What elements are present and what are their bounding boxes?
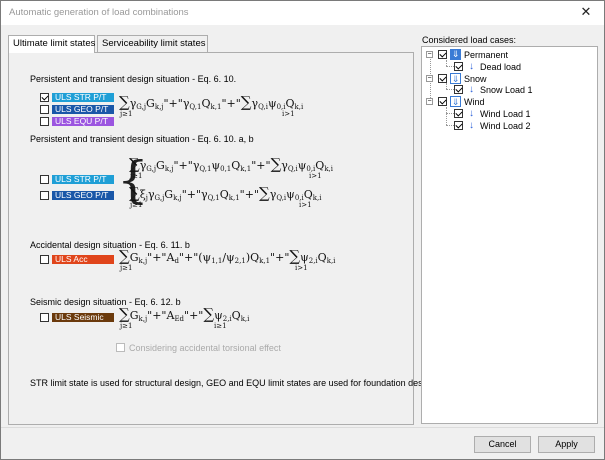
checkbox-uls-geo-pt[interactable] — [40, 105, 49, 114]
tree-checkbox-wind-load-2[interactable] — [454, 121, 463, 130]
checkbox-uls-seismic[interactable] — [40, 313, 49, 322]
collapse-icon[interactable]: − — [426, 51, 433, 58]
section-title-persistent-ab: Persistent and transient design situatio… — [30, 134, 254, 144]
load-case-icon: ↓ — [469, 120, 474, 131]
apply-button[interactable]: Apply — [538, 436, 595, 453]
checkbox-uls-geo-pt-ab[interactable] — [40, 191, 49, 200]
limit-state-note: STR limit state is used for structural d… — [30, 378, 435, 388]
badge-uls-geo-pt: ULS GEO P/T — [52, 105, 114, 114]
checkbox-uls-str-pt-ab[interactable] — [40, 175, 49, 184]
checkbox-uls-acc[interactable] — [40, 255, 49, 264]
load-case-icon: ↓ — [469, 61, 474, 72]
load-cases-tree[interactable]: − ⇓ Permanent ↓ Dead load − ⇓ Snow ↓ Sno… — [421, 46, 598, 424]
load-group-icon: ⇓ — [450, 49, 461, 60]
label-accidental-torsional: Considering accidental torsional effect — [129, 343, 281, 353]
load-group-icon: ⇓ — [450, 73, 461, 84]
tree-checkbox-snow-load-1[interactable] — [454, 85, 463, 94]
title-bar: Automatic generation of load combination… — [1, 1, 604, 25]
footer-divider — [1, 427, 604, 428]
tree-checkbox-snow[interactable] — [438, 74, 447, 83]
section-title-persistent: Persistent and transient design situatio… — [30, 74, 237, 84]
badge-uls-str-pt-ab: ULS STR P/T — [52, 175, 114, 184]
formula-eq-6-10: ∑ j≥1 γG,jGk,j"+"γQ,1Qk,1"+"∑ i>1 γQ,iψ0,iQk… — [119, 93, 304, 119]
tab-ultimate-limit-states[interactable]: Ultimate limit states — [8, 35, 95, 53]
formula-eq-6-11b: ∑ j≥1 Gk,j"+"Ad"+"(ψ1,1/ψ2,1)Qk,1"+"∑ i>1 ψ2… — [119, 247, 336, 273]
dialog-window: Automatic generation of load combination… — [0, 0, 605, 460]
checkbox-accidental-torsional[interactable] — [116, 343, 125, 352]
tree-checkbox-wind[interactable] — [438, 97, 447, 106]
badge-uls-str-pt: ULS STR P/T — [52, 93, 114, 102]
tree-checkbox-wind-load-1[interactable] — [454, 109, 463, 118]
section-title-seismic: Seismic design situation - Eq. 6. 12. b — [30, 297, 181, 307]
formula-eq-6-10b: ∑ j≥1 ξjγG,jGk,j"+"γQ,1Qk,1"+"∑ i>1 γQ,iψ0,i… — [129, 184, 322, 210]
collapse-icon[interactable]: − — [426, 98, 433, 105]
cancel-button[interactable]: Cancel — [474, 436, 531, 453]
load-case-icon: ↓ — [469, 84, 474, 95]
tree-checkbox-dead-load[interactable] — [454, 62, 463, 71]
badge-uls-equ-pt: ULS EQU P/T — [52, 117, 114, 126]
window-title: Automatic generation of load combination… — [9, 7, 189, 18]
formula-eq-6-12b: ∑ j≥1 Gk,j"+"AEd"+"∑ i≥1 ψ2,iQk,i — [119, 305, 250, 331]
collapse-icon[interactable]: − — [426, 75, 433, 82]
considered-load-cases-label: Considered load cases: — [422, 35, 517, 45]
ultimate-limit-states-panel: Persistent and transient design situatio… — [8, 52, 435, 425]
formula-eq-6-10a: ∑ j≥1 γG,jGk,j"+"γQ,1ψ0,1Qk,1"+"∑ i>1 γQ,iψ0… — [129, 155, 334, 181]
close-icon[interactable]: ✕ — [568, 1, 604, 25]
tree-checkbox-permanent[interactable] — [438, 50, 447, 59]
badge-uls-acc: ULS Acc — [52, 255, 114, 264]
load-case-icon: ↓ — [469, 108, 474, 119]
tab-serviceability-limit-states[interactable]: Serviceability limit states — [97, 35, 208, 52]
badge-uls-geo-pt-ab: ULS GEO P/T — [52, 191, 114, 200]
load-group-icon: ⇓ — [450, 96, 461, 107]
badge-uls-seismic: ULS Seismic — [52, 313, 114, 322]
checkbox-uls-equ-pt[interactable] — [40, 117, 49, 126]
checkbox-uls-str-pt[interactable] — [40, 93, 49, 102]
